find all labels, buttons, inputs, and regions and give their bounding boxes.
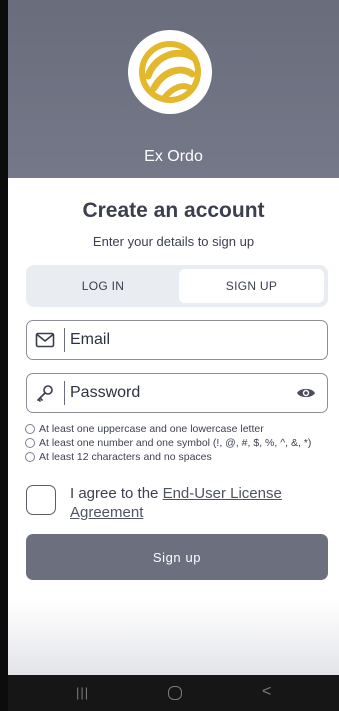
tab-log-in[interactable]: LOG IN [30,269,176,303]
agree-checkbox[interactable] [26,485,56,515]
back-icon[interactable]: < [262,683,271,701]
rule-text: At least 12 characters and no spaces [39,451,212,463]
rule-status-icon [25,438,35,448]
rule-status-icon [25,424,35,434]
page-subtitle: Enter your details to sign up [92,234,255,249]
password-rules: At least one uppercase and one lowercase… [25,422,339,464]
password-input[interactable] [70,375,280,411]
app-name: Ex Ordo [144,148,203,165]
system-nav-bar: ||| < [8,675,339,711]
auth-tabs: LOG IN SIGN UP [26,265,328,307]
rule-text: At least one uppercase and one lowercase… [39,423,264,435]
email-field[interactable] [26,320,328,360]
password-rule: At least one number and one symbol (!, @… [25,436,339,450]
password-rule: At least one uppercase and one lowercase… [25,422,339,436]
envelope-icon [35,332,55,348]
ex-ordo-logo [128,30,212,114]
tab-sign-up[interactable]: SIGN UP [179,269,324,303]
ex-ordo-logo-icon [139,41,201,103]
agree-label: I agree to the End-User License Agreemen… [70,484,325,522]
sign-up-button[interactable]: Sign up [26,534,328,580]
key-icon [37,385,53,402]
rule-text: At least one number and one symbol (!, @… [39,437,312,449]
recents-icon[interactable]: ||| [76,685,89,700]
password-rule: At least 12 characters and no spaces [25,450,339,464]
rule-status-icon [25,452,35,462]
app-screen: Ex Ordo Create an account Enter your det… [8,0,339,711]
eye-icon[interactable] [296,384,316,402]
password-field-divider [64,381,65,405]
home-icon[interactable] [168,686,182,700]
footer-area [8,600,339,675]
status-bar [8,0,339,8]
page-title: Create an account [82,199,265,222]
agree-label-prefix: I agree to the [70,485,163,502]
password-field[interactable] [26,373,328,413]
email-field-divider [64,328,65,352]
email-input[interactable] [70,322,280,358]
app-header: Ex Ordo [8,8,339,178]
